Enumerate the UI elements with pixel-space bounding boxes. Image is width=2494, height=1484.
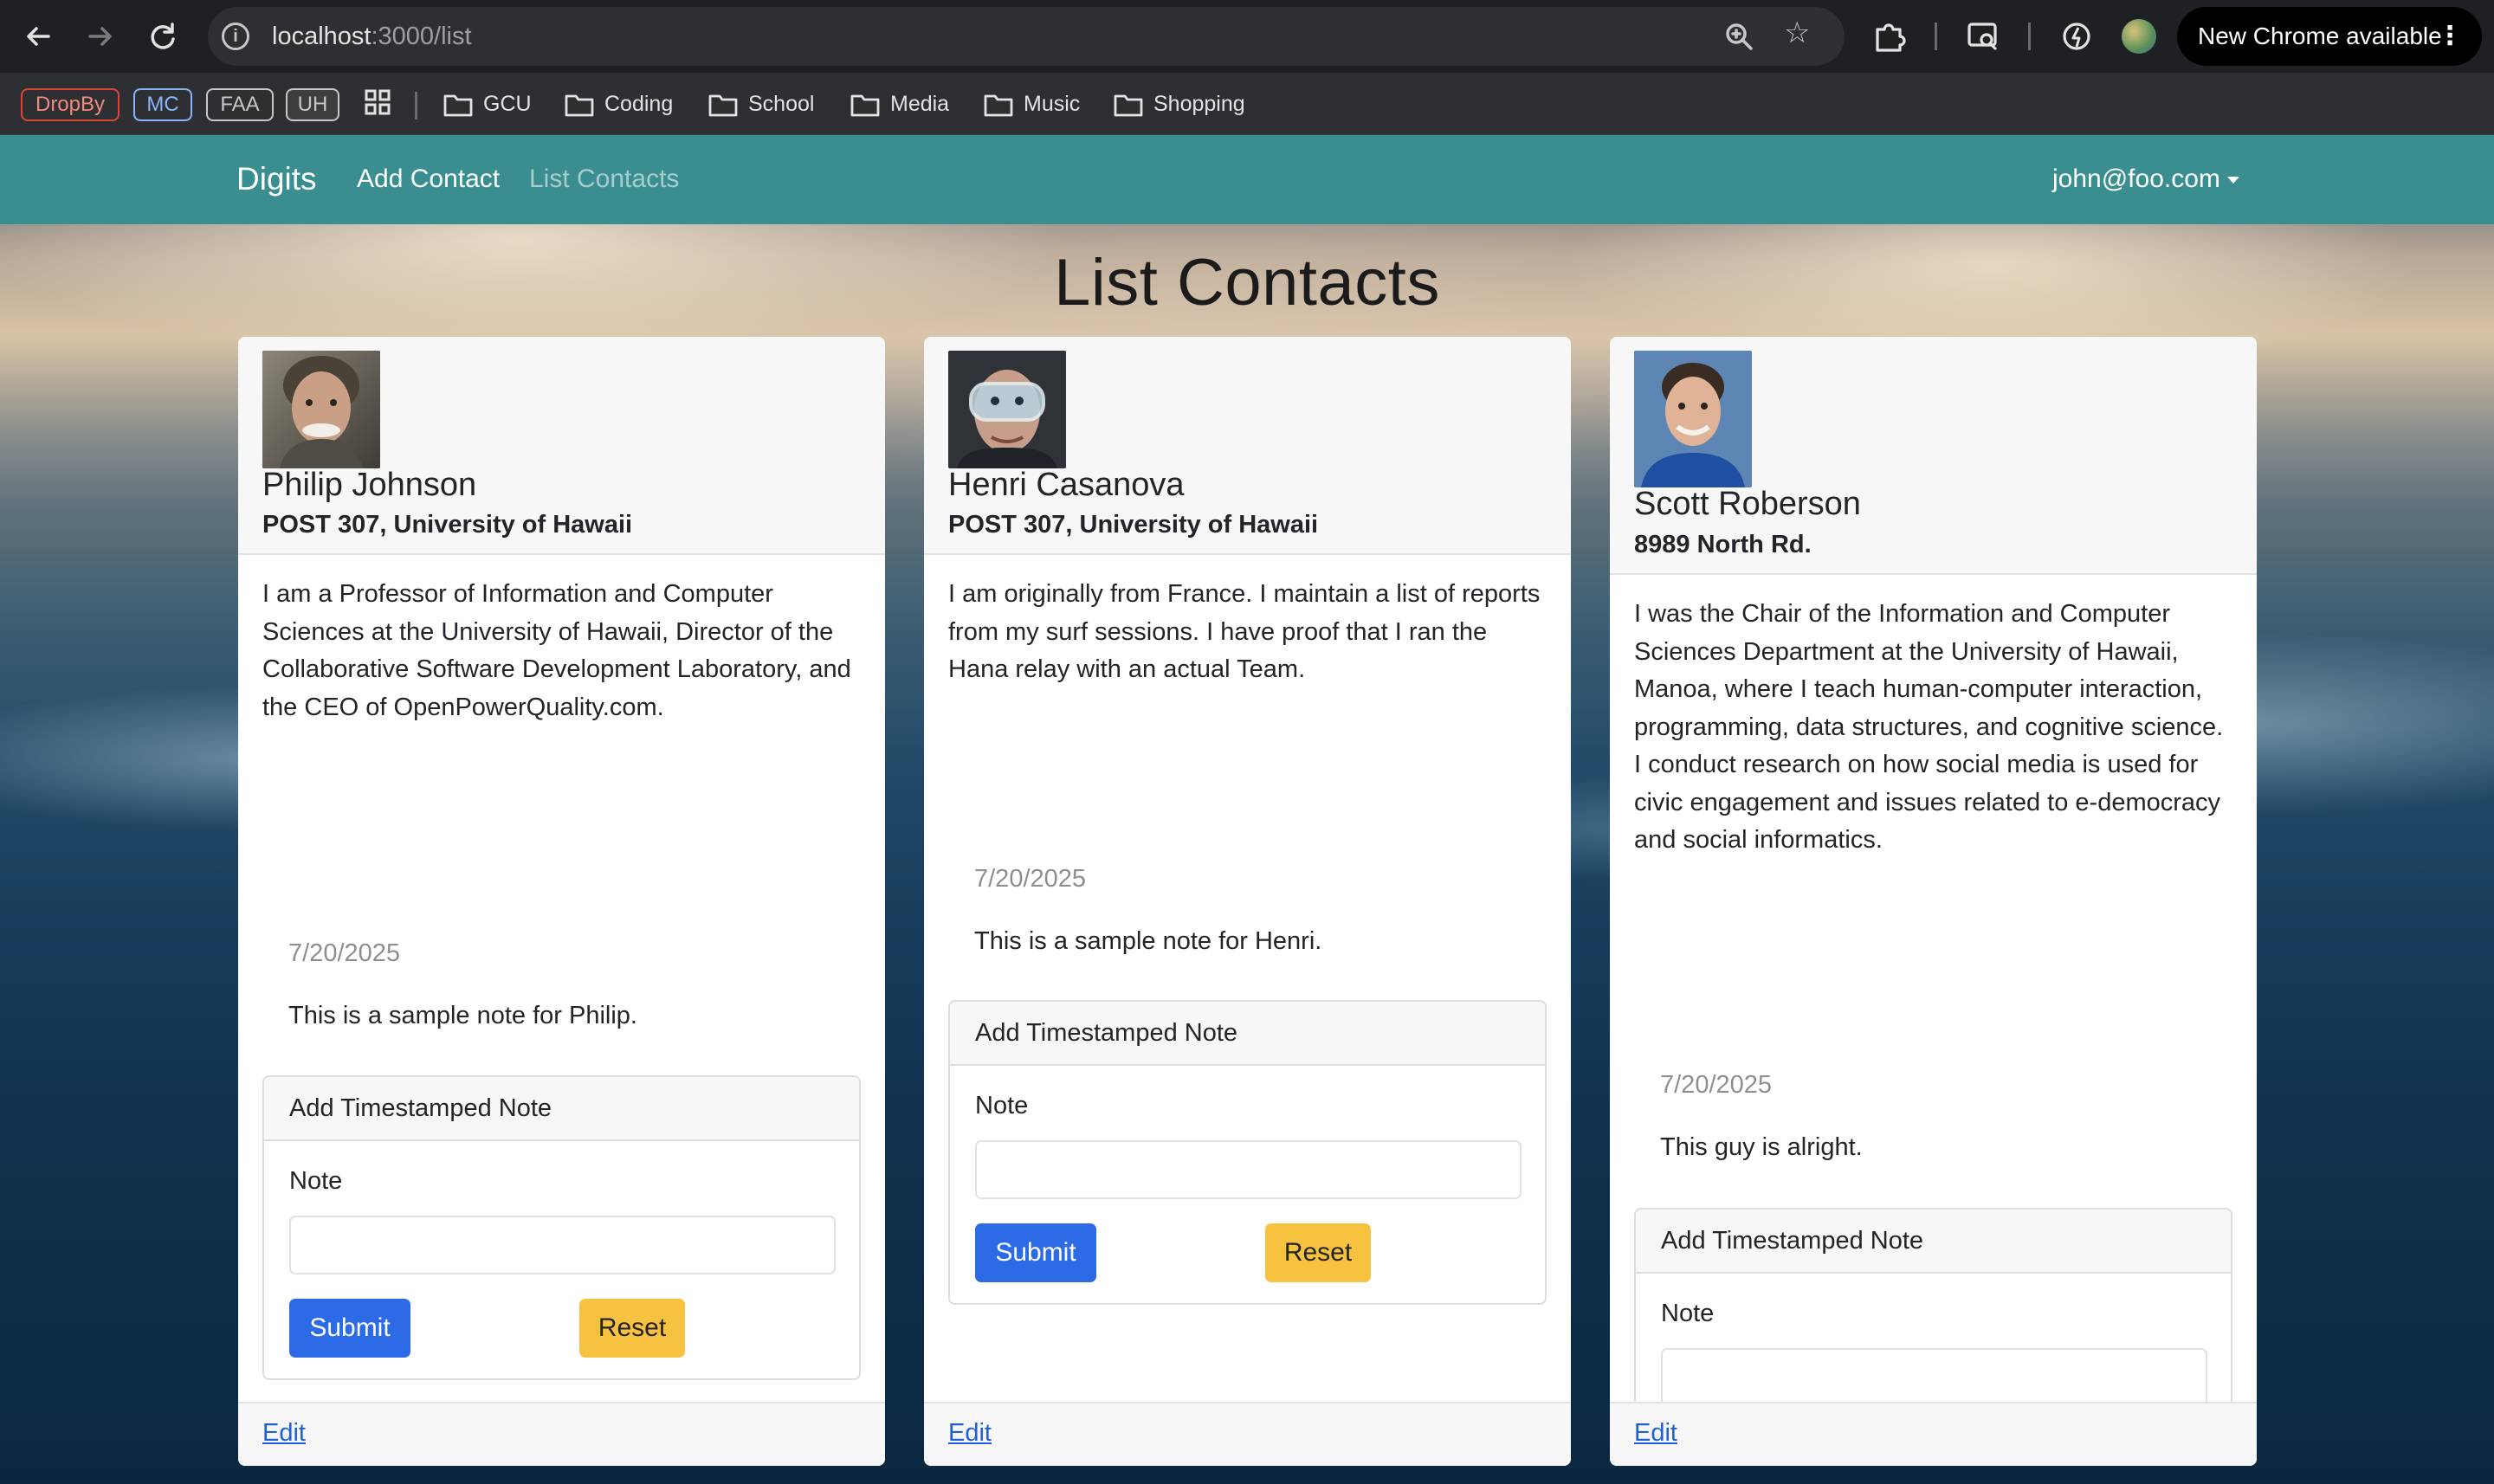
form-header: Add Timestamped Note: [264, 1077, 859, 1141]
tab-search-icon[interactable]: [1964, 17, 2002, 55]
toolbar-separator: [2028, 23, 2031, 50]
edit-link[interactable]: Edit: [262, 1419, 306, 1448]
folder-icon: [565, 94, 594, 117]
note-text: This guy is alright.: [1660, 1133, 1863, 1161]
contact-photo: [1634, 351, 1752, 487]
submit-button[interactable]: Submit: [975, 1223, 1096, 1282]
contact-name: Philip Johnson: [262, 467, 477, 503]
url-text[interactable]: localhost:3000/list: [272, 23, 472, 51]
page-title: List Contacts: [1054, 246, 1440, 319]
card-header: Scott Roberson 8989 North Rd.: [1610, 337, 2257, 575]
bookmark-dropby[interactable]: DropBy: [21, 88, 120, 121]
back-icon[interactable]: [21, 19, 55, 54]
contact-photo: [948, 351, 1066, 468]
user-dropdown[interactable]: john@foo.com: [2052, 165, 2239, 194]
performance-icon[interactable]: [2058, 17, 2096, 55]
bookmark-folder-gcu[interactable]: GCU: [443, 87, 532, 121]
note-text: This is a sample note for Henri.: [974, 927, 1322, 955]
reload-icon[interactable]: [145, 19, 180, 54]
reset-button[interactable]: Reset: [1265, 1223, 1371, 1282]
page-viewport: Digits Add Contact List Contacts john@fo…: [0, 135, 2494, 1484]
apps-grid-icon[interactable]: [360, 85, 395, 119]
app-navbar: Digits Add Contact List Contacts john@fo…: [0, 135, 2494, 224]
bookmark-folder-shopping[interactable]: Shopping: [1114, 87, 1245, 121]
brand-link[interactable]: Digits: [236, 161, 317, 197]
contact-card: Scott Roberson 8989 North Rd. I was the …: [1610, 337, 2257, 1466]
card-footer: Edit: [924, 1402, 1571, 1466]
note-date: 7/20/2025: [1660, 1071, 1773, 1099]
contact-address: POST 307, University of Hawaii: [262, 511, 633, 539]
form-header: Add Timestamped Note: [1636, 1210, 2231, 1274]
contact-name: Scott Roberson: [1634, 486, 1861, 522]
contact-description: I was the Chair of the Information and C…: [1634, 600, 2224, 854]
folder-icon: [708, 94, 738, 117]
profile-avatar[interactable]: [2122, 19, 2156, 54]
contact-description: I am originally from France. I maintain …: [948, 580, 1541, 683]
caret-down-icon: [2226, 177, 2239, 184]
note-date: 7/20/2025: [288, 939, 401, 967]
folder-icon: [1114, 94, 1143, 117]
card-header: Henri Casanova POST 307, University of H…: [924, 337, 1571, 555]
forward-icon[interactable]: [83, 19, 118, 54]
bookmark-uh[interactable]: UH: [286, 88, 339, 121]
card-footer: Edit: [1610, 1402, 2257, 1466]
new-chrome-button[interactable]: New Chrome available ⋮: [2177, 7, 2482, 66]
note-text: This is a sample note for Philip.: [288, 1002, 637, 1029]
bookmark-mc[interactable]: MC: [133, 88, 192, 121]
note-label: Note: [975, 1092, 1029, 1119]
reset-button[interactable]: Reset: [579, 1299, 685, 1358]
note-date: 7/20/2025: [974, 865, 1087, 893]
toolbar-separator: [1935, 23, 1937, 50]
card-footer: Edit: [238, 1402, 885, 1466]
bookmarks-bar: DropBy MC FAA UH GCU Coding School Media…: [0, 73, 2494, 135]
note-input[interactable]: [975, 1140, 1522, 1199]
note-label: Note: [289, 1167, 343, 1195]
address-bar[interactable]: i localhost:3000/list ☆: [208, 7, 1845, 66]
submit-button[interactable]: Submit: [289, 1299, 410, 1358]
card-header: Philip Johnson POST 307, University of H…: [238, 337, 885, 555]
edit-link[interactable]: Edit: [1634, 1419, 1677, 1448]
contact-card: Henri Casanova POST 307, University of H…: [924, 337, 1571, 1466]
bookmark-faa[interactable]: FAA: [206, 88, 274, 121]
add-note-form: Add Timestamped Note Note Submit Reset: [262, 1075, 861, 1380]
folder-icon: [850, 94, 880, 117]
folder-icon: [443, 94, 473, 117]
note-input[interactable]: [289, 1216, 836, 1274]
folder-icon: [984, 94, 1013, 117]
bookmark-folder-music[interactable]: Music: [984, 87, 1080, 121]
site-info-icon[interactable]: i: [222, 23, 249, 50]
add-note-form: Add Timestamped Note Note Submit Reset: [948, 1000, 1547, 1305]
edit-link[interactable]: Edit: [948, 1419, 992, 1448]
nav-add-contact[interactable]: Add Contact: [357, 165, 500, 194]
bookmark-folder-media[interactable]: Media: [850, 87, 949, 121]
bookmark-folder-coding[interactable]: Coding: [565, 87, 673, 121]
zoom-icon[interactable]: [1723, 21, 1754, 52]
contact-name: Henri Casanova: [948, 467, 1185, 503]
contact-address: 8989 North Rd.: [1634, 531, 1812, 558]
bookmarks-separator: [415, 92, 417, 119]
note-label: Note: [1661, 1300, 1715, 1327]
contact-photo: [262, 351, 380, 468]
nav-list-contacts[interactable]: List Contacts: [529, 165, 679, 194]
bookmark-star-icon[interactable]: ☆: [1784, 16, 1810, 50]
extensions-icon[interactable]: [1870, 17, 1909, 55]
bookmark-folder-school[interactable]: School: [708, 87, 814, 121]
menu-dots-icon[interactable]: ⋮: [2437, 7, 2463, 66]
browser-toolbar: i localhost:3000/list ☆ New Chrome avail…: [0, 0, 2494, 73]
note-input[interactable]: [1661, 1348, 2207, 1407]
contact-description: I am a Professor of Information and Comp…: [262, 580, 851, 721]
form-header: Add Timestamped Note: [950, 1002, 1545, 1066]
contact-card: Philip Johnson POST 307, University of H…: [238, 337, 885, 1466]
contact-address: POST 307, University of Hawaii: [948, 511, 1319, 539]
